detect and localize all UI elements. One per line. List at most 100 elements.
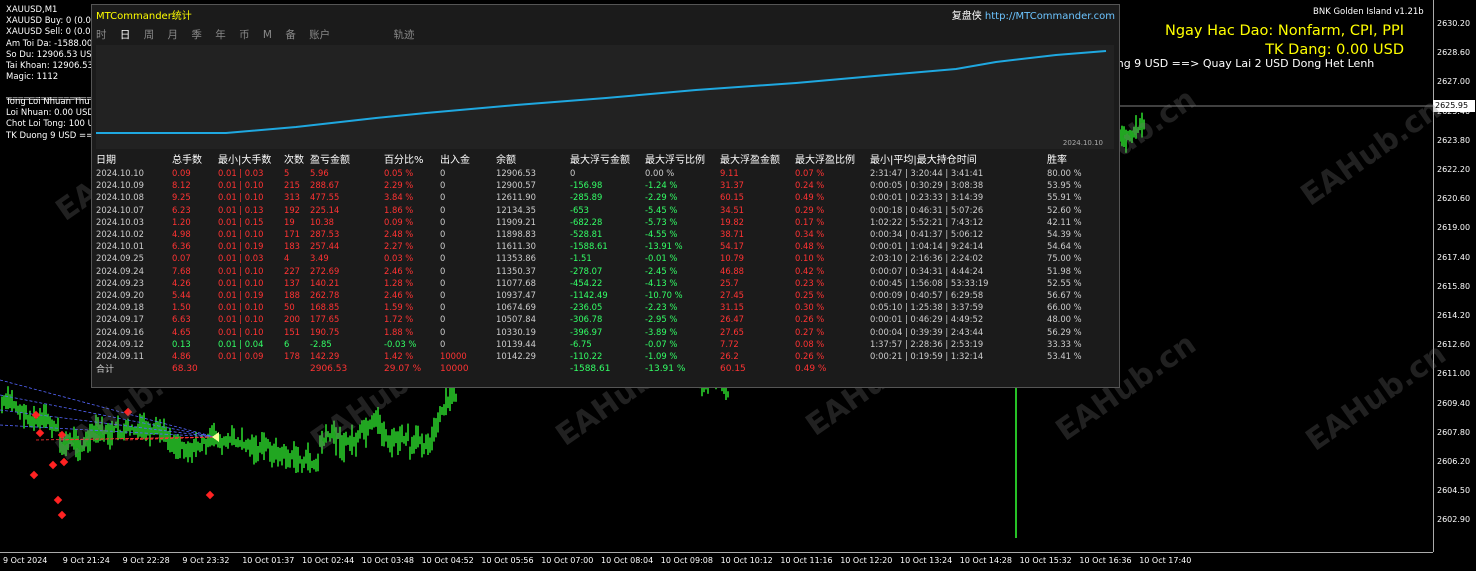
table-cell: 53.41 % <box>1047 350 1082 361</box>
table-cell: 2.29 % <box>384 180 414 191</box>
table-cell: 55.91 % <box>1047 192 1082 203</box>
tab-month[interactable]: 月 <box>168 27 179 42</box>
price-tick-label: 2609.40 <box>1437 398 1471 408</box>
table-cell: 0.01 | 0.19 <box>218 289 264 300</box>
table-cell: 0.49 % <box>795 192 825 203</box>
table-cell: 46.88 <box>720 265 744 276</box>
table-cell: 1.50 <box>172 302 191 313</box>
tab-currency[interactable]: 币 <box>239 27 250 42</box>
table-cell: 3.49 <box>310 253 329 264</box>
table-cell: 80.00 % <box>1047 168 1082 179</box>
time-tick-label: 10 Oct 14:28 <box>959 556 1012 565</box>
table-cell: 38.71 <box>720 229 744 240</box>
table-cell: 2:31:47 | 3:20:44 | 3:41:41 <box>870 168 984 179</box>
tab-quarter[interactable]: 季 <box>191 27 202 42</box>
table-cell: 56.67 % <box>1047 289 1082 300</box>
tab-hour[interactable]: 时 <box>96 27 107 42</box>
tab-account[interactable]: 账户 <box>309 27 330 42</box>
table-cell: 0.01 | 0.10 <box>218 180 264 191</box>
table-cell: 151 <box>284 326 300 337</box>
table-cell: 0 <box>570 168 576 179</box>
table-cell: 27.65 <box>720 326 744 337</box>
table-cell: 0 <box>440 229 446 240</box>
table-cell: 2024.10.07 <box>96 204 144 215</box>
table-cell: 225.14 <box>310 204 340 215</box>
tab-day[interactable]: 日 <box>120 27 131 42</box>
table-cell: -4.55 % <box>645 229 678 240</box>
table-cell: 0 <box>440 314 446 325</box>
equity-curve <box>96 45 1114 149</box>
table-cell: 2024.09.18 <box>96 302 144 313</box>
table-cell: 0.01 | 0.03 <box>218 168 264 179</box>
period-tabs: 时 日 周 月 季 年 币 M 备 账户 轨迹 <box>96 27 425 43</box>
header-deposit: 出入金 <box>440 155 470 166</box>
table-cell: 137 <box>284 277 300 288</box>
table-cell: -5.45 % <box>645 204 678 215</box>
table-cell: 2024.10.10 <box>96 168 144 179</box>
table-cell: 0 <box>440 216 446 227</box>
right-info-panel: Ngay Hac Dao: Nonfarm, CPI, PPI TK Dang:… <box>1148 22 1404 60</box>
table-cell: 0.17 % <box>795 216 825 227</box>
tab-note[interactable]: 备 <box>285 27 296 42</box>
table-cell: 54.39 % <box>1047 229 1082 240</box>
table-cell: 52.60 % <box>1047 204 1082 215</box>
tab-week[interactable]: 周 <box>144 27 155 42</box>
table-row: 2024.09.20 5.44 0.01 | 0.19 188 262.78 2.46 %… <box>96 289 1107 301</box>
website-link[interactable]: 复盘侠 http://MTCommander.com <box>952 7 1115 22</box>
table-cell: 7.68 <box>172 265 191 276</box>
table-cell: 75.00 % <box>1047 253 1082 264</box>
table-cell: 183 <box>284 241 300 252</box>
table-cell: 0.26 % <box>795 314 825 325</box>
table-cell: 2.48 % <box>384 229 414 240</box>
table-cell: 0.27 % <box>795 326 825 337</box>
table-cell: 25.7 <box>720 277 739 288</box>
table-cell: 2024.09.17 <box>96 314 144 325</box>
table-cell: 0 <box>440 180 446 191</box>
price-tick-label: 2614.20 <box>1437 311 1471 320</box>
table-cell: 4.65 <box>172 326 191 337</box>
time-tick-label: 10 Oct 10:12 <box>720 556 773 565</box>
header-date: 日期 <box>96 155 116 166</box>
equity-line <box>96 50 1107 134</box>
table-cell: 0:00:34 | 0:41:37 | 5:06:12 <box>870 229 984 240</box>
table-cell: 31.37 <box>720 180 744 191</box>
price-tick-label: 2615.80 <box>1437 281 1471 291</box>
table-cell: 1.28 % <box>384 277 414 288</box>
price-tick-label: 2619.00 <box>1437 223 1471 233</box>
time-axis[interactable]: 9 Oct 2024 9 Oct 21:24 9 Oct 22:28 9 Oct 23… <box>0 552 1433 571</box>
table-cell: 4.86 <box>172 350 191 361</box>
table-cell: 5.96 <box>310 168 329 179</box>
table-cell: 0 <box>440 204 446 215</box>
table-cell: -454.22 <box>570 277 603 288</box>
table-cell: 1.86 % <box>384 204 414 215</box>
table-cell: 1:02:22 | 5:52:21 | 7:43:12 <box>870 216 984 227</box>
statistics-window[interactable]: MTCommander统计 复盘侠 http://MTCommander.com… <box>91 4 1120 388</box>
table-cell: 2.46 % <box>384 265 414 276</box>
table-cell: 190.75 <box>310 326 340 337</box>
table-cell: 0 <box>440 289 446 300</box>
table-cell: 1.72 % <box>384 314 414 325</box>
table-cell: 8.12 <box>172 180 191 191</box>
table-cell: 10.79 <box>720 253 744 264</box>
tab-year[interactable]: 年 <box>215 27 226 42</box>
table-cell: -1588.61 <box>570 241 608 252</box>
time-tick-label: 10 Oct 17:40 <box>1139 556 1192 565</box>
table-row: 2024.09.16 4.65 0.01 | 0.10 151 190.75 1.88 %… <box>96 325 1107 337</box>
table-cell: 1:37:57 | 2:28:36 | 2:53:19 <box>870 338 984 349</box>
table-cell: -13.91 % <box>645 241 683 252</box>
tab-magic[interactable]: M <box>263 29 272 41</box>
table-cell: 2.46 % <box>384 289 414 300</box>
table-cell: 0.03 % <box>384 253 414 264</box>
table-cell: 227 <box>284 265 300 276</box>
table-cell: 178 <box>284 350 300 361</box>
table-cell: 0.01 | 0.10 <box>218 192 264 203</box>
table-cell: 31.15 <box>720 302 744 313</box>
table-cell: 0.01 | 0.03 <box>218 253 264 264</box>
table-cell: 200 <box>284 314 300 325</box>
header-max-float-profit: 最大浮盈金额 <box>720 155 780 166</box>
trailing-info-right: ong 9 USD ==> Quay Lai 2 USD Dong Het Le… <box>1110 57 1375 70</box>
table-cell: -682.28 <box>570 216 603 227</box>
price-axis[interactable]: 2630.202628.602627.002625.402623.802622.… <box>1433 0 1476 552</box>
tab-track[interactable]: 轨迹 <box>394 27 415 42</box>
table-cell: -2.45 % <box>645 265 678 276</box>
